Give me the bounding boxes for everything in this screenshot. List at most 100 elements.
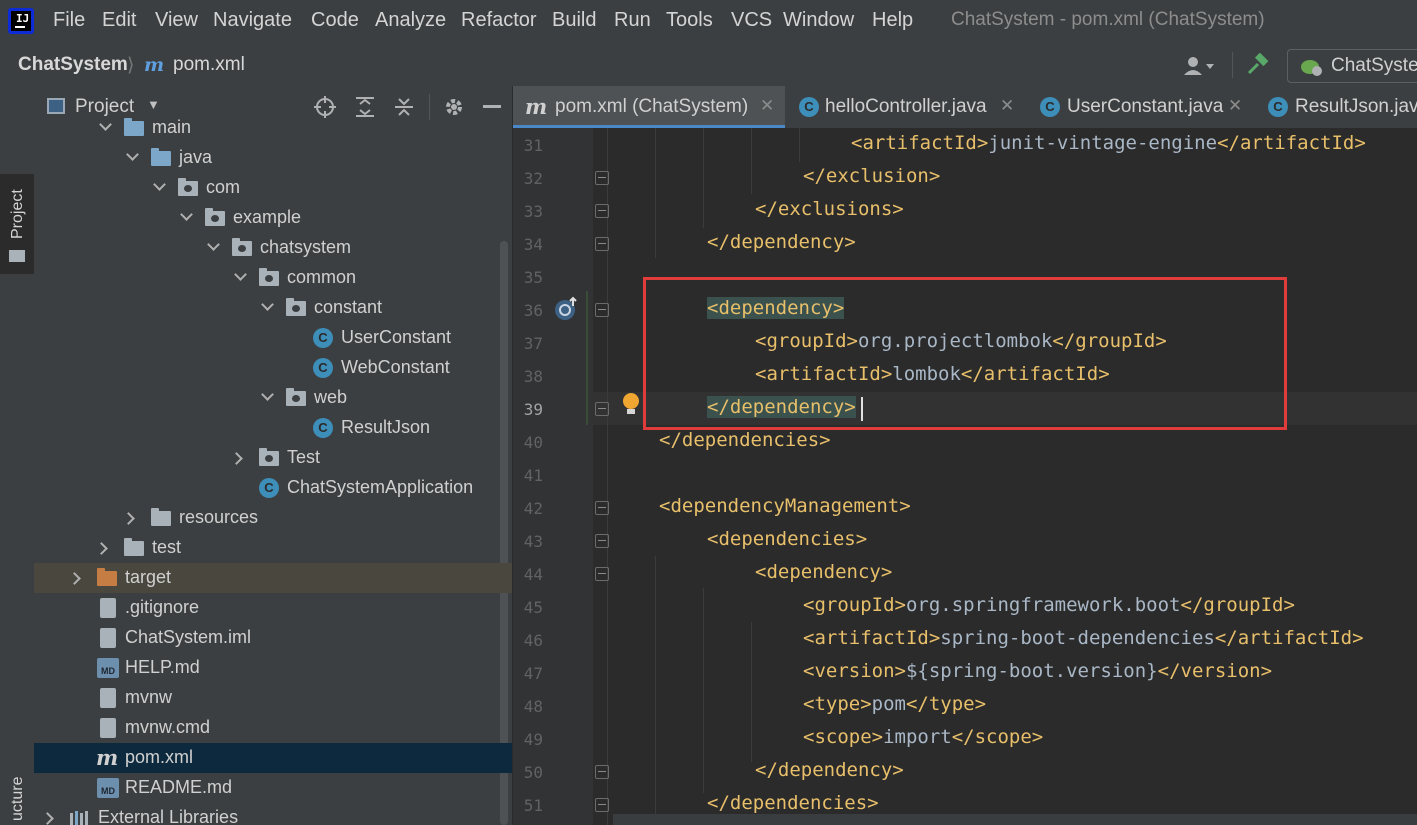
code-line[interactable]: </exclusion>: [803, 165, 940, 187]
expand-arrow-icon[interactable]: [234, 268, 247, 281]
tree-item[interactable]: C WebConstant: [34, 353, 512, 383]
tree-item[interactable]: chatsystem: [34, 233, 512, 263]
code-line[interactable]: <dependency>: [755, 561, 892, 583]
code-line[interactable]: </dependencies>: [707, 792, 879, 814]
tree-item-label: mvnw: [125, 687, 173, 707]
tab-hellocontroller[interactable]: C helloController.java ✕: [785, 86, 1027, 128]
tree-item[interactable]: Test: [34, 443, 512, 473]
tree-item[interactable]: resources: [34, 503, 512, 533]
tree-item[interactable]: common: [34, 263, 512, 293]
tree-item[interactable]: mvnw: [34, 683, 512, 713]
tree-item[interactable]: C UserConstant: [34, 323, 512, 353]
tree-item[interactable]: External Libraries: [34, 803, 512, 825]
indent-guide: [751, 128, 752, 194]
fold-marker-icon[interactable]: [595, 171, 609, 185]
tree-item[interactable]: target: [34, 563, 512, 593]
code-line[interactable]: </dependencies>: [659, 429, 831, 451]
expand-arrow-icon[interactable]: [180, 208, 193, 221]
menu-vcs[interactable]: VCS: [731, 9, 772, 32]
tree-item-selected[interactable]: m pom.xml: [34, 743, 512, 773]
structure-tool-tab[interactable]: ucture: [9, 777, 27, 821]
menu-tools[interactable]: Tools: [666, 9, 713, 32]
tree-item[interactable]: test: [34, 533, 512, 563]
lightbulb-icon[interactable]: [621, 392, 641, 423]
user-account-icon[interactable]: [1183, 56, 1214, 76]
collapse-arrow-icon[interactable]: [122, 512, 135, 525]
code-line[interactable]: <version>${spring-boot.version}</version…: [803, 660, 1272, 682]
collapse-arrow-icon[interactable]: [230, 452, 243, 465]
tree-item[interactable]: java: [34, 143, 512, 173]
expand-arrow-icon[interactable]: [126, 148, 139, 161]
expand-arrow-icon[interactable]: [99, 118, 112, 131]
fold-marker-icon[interactable]: [595, 402, 609, 416]
fold-marker-icon[interactable]: [595, 798, 609, 812]
menu-navigate[interactable]: Navigate: [213, 9, 292, 32]
menu-run[interactable]: Run: [614, 9, 651, 32]
maven-update-icon[interactable]: [554, 296, 580, 327]
code-line[interactable]: </exclusions>: [755, 198, 904, 220]
menu-build[interactable]: Build: [552, 9, 596, 32]
tree-item[interactable]: MD HELP.md: [34, 653, 512, 683]
menu-refactor[interactable]: Refactor: [461, 9, 537, 32]
hide-panel-icon[interactable]: [483, 105, 501, 108]
menu-analyze[interactable]: Analyze: [375, 9, 446, 32]
collapse-arrow-icon[interactable]: [68, 572, 81, 585]
fold-marker-icon[interactable]: [595, 204, 609, 218]
code-line[interactable]: <type>pom</type>: [803, 693, 986, 715]
tree-item[interactable]: MD README.md: [34, 773, 512, 803]
fold-marker-icon[interactable]: [595, 237, 609, 251]
fold-marker-icon[interactable]: [595, 501, 609, 515]
tree-item[interactable]: example: [34, 203, 512, 233]
horizontal-scrollbar[interactable]: [613, 814, 1417, 825]
menu-file[interactable]: File: [53, 9, 85, 32]
tree-item[interactable]: C ResultJson: [34, 413, 512, 443]
expand-arrow-icon[interactable]: [261, 388, 274, 401]
close-icon[interactable]: ✕: [760, 96, 774, 116]
source-folder-icon: [151, 148, 171, 166]
menu-code[interactable]: Code: [311, 9, 359, 32]
tab-resultjson[interactable]: C ResultJson.java: [1255, 86, 1417, 128]
code-line[interactable]: <artifactId>junit-vintage-engine</artifa…: [851, 132, 1366, 154]
fold-marker-icon[interactable]: [595, 765, 609, 779]
run-configuration-selector[interactable]: ChatSyste: [1287, 49, 1417, 83]
menu-edit[interactable]: Edit: [102, 9, 136, 32]
build-hammer-icon[interactable]: [1246, 52, 1270, 82]
code-editor[interactable]: 31 32 33 34 35 36 37 38 39 40 41 42 43 4…: [513, 128, 1417, 825]
close-icon[interactable]: ✕: [1000, 96, 1014, 116]
tree-item[interactable]: com: [34, 173, 512, 203]
code-line[interactable]: <artifactId>spring-boot-dependencies</ar…: [803, 627, 1364, 649]
tab-userconstant[interactable]: C UserConstant.java ✕: [1027, 86, 1255, 128]
tree-item[interactable]: .gitignore: [34, 593, 512, 623]
tree-item[interactable]: web: [34, 383, 512, 413]
menu-view[interactable]: View: [155, 9, 198, 32]
fold-marker-icon[interactable]: [595, 534, 609, 548]
code-line[interactable]: </dependency>: [755, 759, 904, 781]
expand-arrow-icon[interactable]: [261, 298, 274, 311]
close-icon[interactable]: ✕: [1228, 96, 1242, 116]
tree-item[interactable]: main: [34, 113, 512, 143]
project-tool-tab[interactable]: Project: [0, 174, 34, 274]
breadcrumb-project[interactable]: ChatSystem: [18, 54, 128, 76]
chevron-down-icon[interactable]: ▼: [147, 97, 160, 112]
collapse-arrow-icon[interactable]: [95, 542, 108, 555]
code-line[interactable]: <dependencies>: [707, 528, 867, 550]
code-line[interactable]: <groupId>org.springframework.boot</group…: [803, 594, 1295, 616]
fold-marker-icon[interactable]: [595, 303, 609, 317]
breadcrumb-file[interactable]: pom.xml: [173, 54, 245, 76]
expand-arrow-icon[interactable]: [207, 238, 220, 251]
menu-window[interactable]: Window: [783, 9, 854, 32]
class-icon: C: [1040, 97, 1060, 117]
tree-item[interactable]: constant: [34, 293, 512, 323]
collapse-arrow-icon[interactable]: [41, 812, 54, 825]
tree-item[interactable]: ChatSystem.iml: [34, 623, 512, 653]
tree-item[interactable]: mvnw.cmd: [34, 713, 512, 743]
line-number: 51: [523, 796, 543, 815]
tab-pom-xml[interactable]: m pom.xml (ChatSystem) ✕: [513, 86, 785, 128]
code-line[interactable]: <scope>import</scope>: [803, 726, 1043, 748]
expand-arrow-icon[interactable]: [153, 178, 166, 191]
menu-help[interactable]: Help: [872, 9, 913, 32]
code-line[interactable]: <dependencyManagement>: [659, 495, 911, 517]
code-line[interactable]: </dependency>: [707, 231, 856, 253]
fold-marker-icon[interactable]: [595, 567, 609, 581]
tree-item[interactable]: C ChatSystemApplication: [34, 473, 512, 503]
